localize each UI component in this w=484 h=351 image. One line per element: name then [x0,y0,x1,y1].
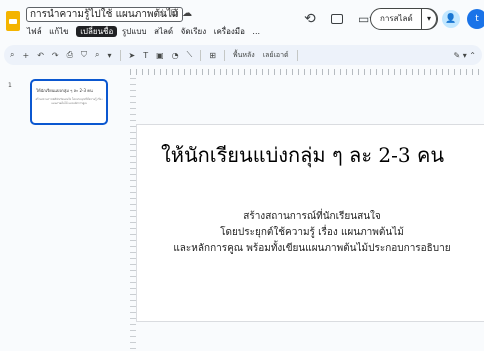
print-icon[interactable]: ⎙ [67,50,73,60]
zoom-dropdown-chevron-icon[interactable]: ▾ [107,51,111,60]
slide-canvas[interactable]: ให้นักเรียนแบ่งกลุ่ม ๆ ละ 2-3 คน สร้างสถ… [136,124,484,322]
menu-edit[interactable]: แก้ไข [49,27,69,36]
slide-number: 1 [8,82,12,89]
new-slide-icon[interactable]: + [22,51,29,60]
slides-logo-icon[interactable] [6,11,20,31]
menu-more[interactable]: ... [252,27,260,36]
text-box-icon[interactable]: T [143,51,148,60]
paint-format-icon[interactable]: ⛉ [81,50,87,60]
toolbar-divider [119,49,121,61]
cloud-status-icon[interactable]: ☁ [182,8,196,19]
redo-icon[interactable]: ↷ [52,51,59,60]
menu-slide[interactable]: สไลด์ [154,27,173,36]
menu-format[interactable]: รูปแบบ [122,27,147,36]
comments-icon[interactable] [331,14,343,24]
share-icon[interactable]: 👤 [442,10,460,28]
avatar[interactable]: t [467,9,484,29]
undo-icon[interactable]: ↶ [37,51,44,60]
thumbnail-title: ให้นักเรียนแบ่งกลุ่ม ๆ ละ 2-3 คน [36,88,93,93]
body-line: โดยประยุกต์ใช้ความรู้ เรื่อง แผนภาพต้นไม… [220,227,404,238]
background-button[interactable]: พื้นหลัง [233,50,255,61]
comment-add-icon[interactable]: ⊞ [209,51,216,60]
toolbar: ⌕ + ↶ ↷ ⎙ ⛉ ⌕ ▾ ➤ T ▣ ◔ ⟍ ⊞ พื้นหลัง เลย… [4,45,482,65]
menu-arrange[interactable]: จัดเรียง [181,27,207,36]
slideshow-label: การสไลด์ [380,14,413,23]
toolbar-divider [296,49,298,61]
search-menus-icon[interactable]: ⌕ [10,50,14,60]
slide-body-text[interactable]: สร้างสถานการณ์ที่นักเรียนสนใจ โดยประยุกต… [137,209,484,257]
zoom-icon[interactable]: ⌕ [95,50,99,60]
menu-tools[interactable]: เครื่องมือ [214,27,245,36]
thumbnail-body: สร้างสถานการณ์ที่นักเรียนสนใจ โดยประยุกต… [35,98,103,105]
line-icon[interactable]: ⟍ [187,50,193,60]
header-bar: การนำความรู้ไปใช้ แผนภาพต้นไม้ ☆⧉☁ ไฟล์ … [0,0,484,44]
menu-bar: ไฟล์ แก้ไข เปลี่ยนชื่อ รูปแบบ สไลด์ จัดเ… [27,25,265,39]
slide-thumbnail[interactable]: ให้นักเรียนแบ่งกลุ่ม ๆ ละ 2-3 คน สร้างสถ… [30,79,108,125]
insert-image-icon[interactable]: ▣ [156,51,164,60]
slide-title-text[interactable]: ให้นักเรียนแบ่งกลุ่ม ๆ ละ 2-3 คน [161,142,444,168]
editing-mode-icon[interactable]: ✎ ▾ ⌃ [453,51,476,60]
body-line: สร้างสถานการณ์ที่นักเรียนสนใจ [243,211,381,222]
shape-icon[interactable]: ◔ [172,51,179,60]
layout-button[interactable]: เลย์เอาต์ [263,50,289,61]
rename-tooltip: เปลี่ยนชื่อ [76,26,118,37]
toolbar-divider [223,49,225,61]
star-icon[interactable]: ☆ [158,8,171,19]
horizontal-ruler [130,69,482,75]
title-actions: ☆⧉☁ [158,8,196,19]
slideshow-dropdown-chevron-icon[interactable]: ▾ [421,7,437,30]
slideshow-button[interactable]: การสไลด์ ▾ [370,7,438,30]
select-cursor-icon[interactable]: ➤ [129,51,136,60]
history-icon[interactable]: ⟲ [304,6,316,32]
toolbar-divider [200,49,202,61]
body-line: และหลักการคูณ พร้อมทั้งเขียนแผนภาพต้นไม้… [173,243,451,254]
move-folder-icon[interactable]: ⧉ [171,8,182,19]
menu-file[interactable]: ไฟล์ [27,27,42,36]
